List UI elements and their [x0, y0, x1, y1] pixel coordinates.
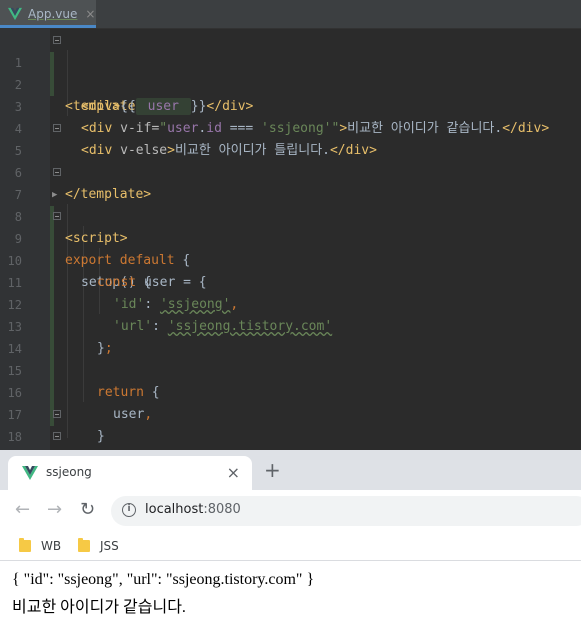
code-line: 19 } [0, 426, 581, 448]
browser-tab-title: ssjeong [46, 465, 92, 479]
code-line: 7 <script> [0, 162, 581, 246]
bookmark-label: WB [41, 539, 62, 553]
vue-icon [22, 466, 38, 480]
fold-icon[interactable] [53, 410, 61, 418]
code-line: 17 } [0, 382, 581, 444]
code-area[interactable]: 1 <template> 2 <div>{{ user }}</div> 3 <… [0, 28, 581, 450]
fold-icon[interactable] [53, 168, 61, 176]
code-line: 14 [0, 316, 581, 356]
bookmark-folder-wb[interactable]: WB [19, 537, 61, 555]
url-host: localhost [145, 502, 204, 517]
close-icon[interactable]: × [227, 463, 240, 482]
browser-tab-strip: ssjeong × + [0, 450, 581, 490]
code-line: 18 }, [0, 404, 581, 444]
bookmark-label: JSS [100, 539, 119, 553]
fold-icon[interactable] [53, 124, 61, 132]
reload-icon[interactable]: ↻ [80, 500, 95, 520]
info-icon[interactable]: i [122, 503, 136, 517]
bookmarks-bar: WB JSS [0, 532, 581, 561]
code-line: 11 'id': 'ssjeong', [0, 250, 581, 312]
code-line: 12 'url': 'ssjeong.tistory.com' [0, 272, 581, 334]
code-line: 2 <div>{{ user }}</div> [0, 52, 581, 115]
folder-icon [78, 538, 90, 552]
editor-tab-app-vue[interactable]: App.vue × [0, 0, 96, 28]
folder-icon [19, 538, 31, 552]
close-icon[interactable]: × [85, 7, 95, 21]
page-content: { "id": "ssjeong", "url": "ssjeong.tisto… [0, 561, 581, 619]
browser-window: ssjeong × + ← → ↻ i localhost:8080 WB JS… [0, 450, 581, 619]
editor-tab-title: App.vue [28, 7, 78, 21]
comparison-result-text: 비교한 아이디가 같습니다. [12, 599, 186, 616]
code-line: 8 ▶ export default { [0, 184, 581, 268]
fold-icon[interactable] [53, 36, 61, 44]
vue-icon [8, 7, 22, 21]
code-editor: App.vue × 1 <template> 2 <div>{{ user }}… [0, 0, 581, 450]
bookmark-folder-jss[interactable]: JSS [78, 537, 119, 555]
url-port: :8080 [203, 502, 241, 517]
code-line: 9 setup() { [0, 206, 581, 290]
address-bar[interactable]: i localhost:8080 [111, 496, 581, 526]
code-line: 5 </template> [0, 118, 581, 202]
code-line: 16 user, [0, 360, 581, 422]
url-text: localhost:8080 [145, 502, 241, 517]
back-icon[interactable]: ← [15, 500, 30, 520]
code-line: 15 return { [0, 338, 581, 400]
code-line: 13 }; [0, 294, 581, 356]
fold-icon[interactable] [53, 432, 61, 440]
code-line: 4 <div v-else>비교한 아이디가 틀립니다.</div> [0, 96, 581, 158]
user-json-output: { "id": "ssjeong", "url": "ssjeong.tisto… [12, 571, 315, 588]
code-line: 3 <div v-if="user.id === 'ssjeong'">비교한 … [0, 74, 581, 136]
fold-icon[interactable] [53, 212, 61, 220]
code-line: 1 <template> [0, 30, 581, 114]
code-line: 6 [0, 140, 581, 180]
new-tab-button[interactable]: + [264, 460, 281, 480]
run-gutter-icon[interactable]: ▶ [52, 184, 57, 206]
forward-icon[interactable]: → [47, 500, 62, 520]
browser-toolbar: ← → ↻ i localhost:8080 [0, 490, 581, 532]
browser-tab[interactable]: ssjeong × [8, 456, 252, 490]
code-line: 10 const user = { [0, 228, 581, 290]
editor-tab-bar: App.vue × [0, 0, 581, 29]
